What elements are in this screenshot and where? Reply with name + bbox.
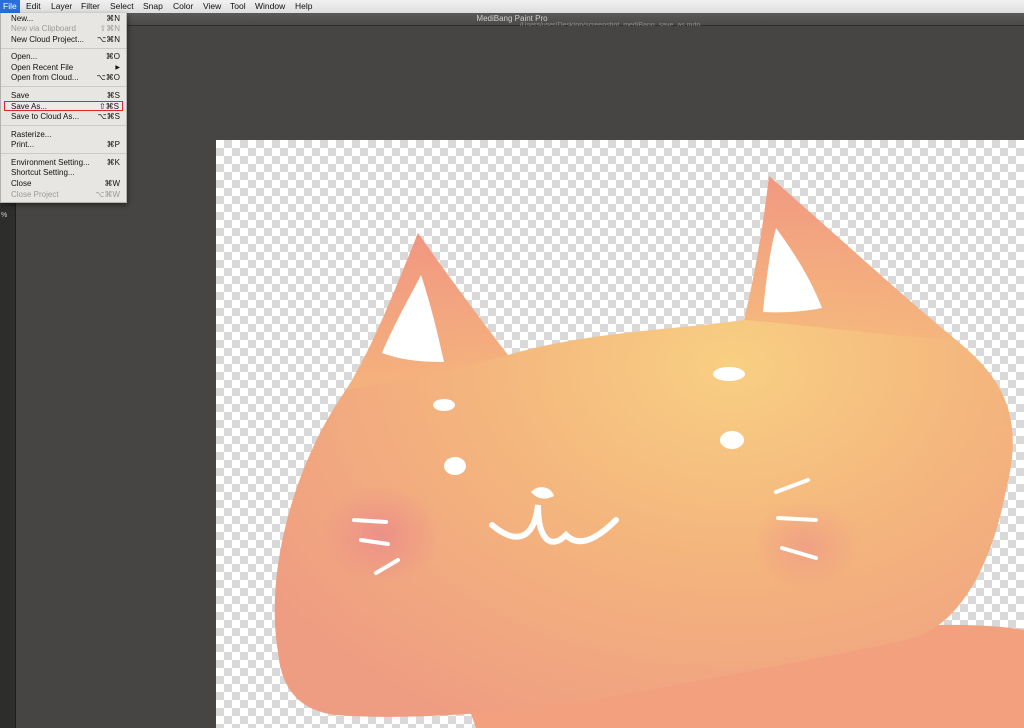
file-menu-dropdown: New... ⌘N New via Clipboard ⇧⌘N New Clou… [0, 13, 127, 203]
menu-item-shortcut: ⌘K [106, 158, 120, 167]
menu-item-close-project: Close Project ⌥⌘W [1, 190, 126, 200]
menu-item-label: Open... [11, 52, 38, 61]
right-cheek [751, 500, 861, 590]
menu-window[interactable]: Window [252, 0, 288, 13]
menu-item-environment-setting[interactable]: Environment Setting... ⌘K [1, 158, 126, 168]
menu-snap[interactable]: Snap [140, 0, 166, 13]
menu-item-new-via-clipboard: New via Clipboard ⇧⌘N [1, 24, 126, 34]
right-eye [720, 431, 744, 449]
menu-item-label: Save As... [11, 102, 48, 111]
menu-item-save-to-cloud-as[interactable]: Save to Cloud As... ⌥⌘S [1, 112, 126, 122]
left-eye [444, 457, 466, 475]
menu-item-label: New via Clipboard [11, 24, 76, 33]
menu-tool[interactable]: Tool [227, 0, 249, 13]
menu-item-label: Print... [11, 140, 35, 149]
window-file-path: /Users/user/Desktop/screenshot_mediBang_… [519, 22, 701, 26]
menu-item-label: Open from Cloud... [11, 73, 79, 82]
mac-menubar: File Edit Layer Filter Select Snap Color… [0, 0, 1024, 14]
menu-item-open-from-cloud[interactable]: Open from Cloud... ⌥⌘O [1, 73, 126, 83]
cat-head [274, 176, 1013, 717]
menu-help[interactable]: Help [292, 0, 315, 13]
menu-item-shortcut: ⌘S [106, 91, 120, 100]
menu-item-label: Shortcut Setting... [11, 168, 75, 177]
menu-item-save[interactable]: Save ⌘S [1, 91, 126, 101]
menu-separator [1, 153, 126, 154]
menu-item-shortcut: ⇧⌘N [99, 24, 120, 33]
menu-item-print[interactable]: Print... ⌘P [1, 140, 126, 150]
menu-file[interactable]: File [0, 0, 20, 13]
zoom-indicator: % [1, 212, 8, 219]
menu-item-shortcut: ⌘O [105, 52, 120, 61]
menu-item-shortcut: ⌥⌘S [97, 112, 120, 121]
menu-item-label: Save [11, 91, 30, 100]
menu-color[interactable]: Color [170, 0, 196, 13]
menu-item-shortcut: ⌥⌘O [96, 73, 120, 82]
menu-separator [1, 125, 126, 126]
left-upper-eye [433, 399, 455, 411]
menu-layer[interactable]: Layer [48, 0, 75, 13]
menu-item-open[interactable]: Open... ⌘O [1, 52, 126, 62]
menu-item-label: New Cloud Project... [11, 35, 84, 44]
menu-edit[interactable]: Edit [23, 0, 44, 13]
menu-item-label: Environment Setting... [11, 158, 90, 167]
menu-item-label: Close Project [11, 190, 59, 199]
menu-item-save-as[interactable]: Save As... ⇧⌘S [4, 101, 123, 111]
menu-separator [1, 86, 126, 87]
menu-item-shortcut-setting[interactable]: Shortcut Setting... [1, 168, 126, 178]
menu-item-new-cloud-project[interactable]: New Cloud Project... ⌥⌘N [1, 35, 126, 45]
menu-separator [1, 48, 126, 49]
menu-select[interactable]: Select [107, 0, 137, 13]
menu-item-label: Save to Cloud As... [11, 112, 80, 121]
drawing-canvas[interactable] [216, 140, 1024, 728]
menu-filter[interactable]: Filter [78, 0, 103, 13]
menu-item-open-recent-file[interactable]: Open Recent File ▶ [1, 63, 126, 73]
menu-item-shortcut: ⇧⌘S [98, 102, 119, 111]
menu-view[interactable]: View [200, 0, 224, 13]
submenu-arrow-icon: ▶ [115, 65, 120, 71]
menu-item-label: Rasterize... [11, 130, 52, 139]
menu-item-shortcut: ⌘P [106, 140, 120, 149]
menu-item-label: New... [11, 14, 34, 23]
menu-item-shortcut: ⌥⌘W [95, 190, 120, 199]
right-upper-eye [713, 367, 745, 381]
menu-item-new[interactable]: New... ⌘N [1, 14, 126, 24]
menu-item-shortcut: ⌘N [106, 14, 120, 23]
menu-item-shortcut: ⌥⌘N [97, 35, 120, 44]
cat-artwork [274, 176, 1024, 728]
menu-item-label: Close [11, 179, 32, 188]
menu-item-shortcut: ⌘W [104, 179, 120, 188]
menu-item-close[interactable]: Close ⌘W [1, 179, 126, 189]
window-titlebar: MediBang Paint Pro /Users/user/Desktop/s… [0, 13, 1024, 26]
menu-item-rasterize[interactable]: Rasterize... [1, 130, 126, 140]
menu-item-label: Open Recent File [11, 63, 74, 72]
